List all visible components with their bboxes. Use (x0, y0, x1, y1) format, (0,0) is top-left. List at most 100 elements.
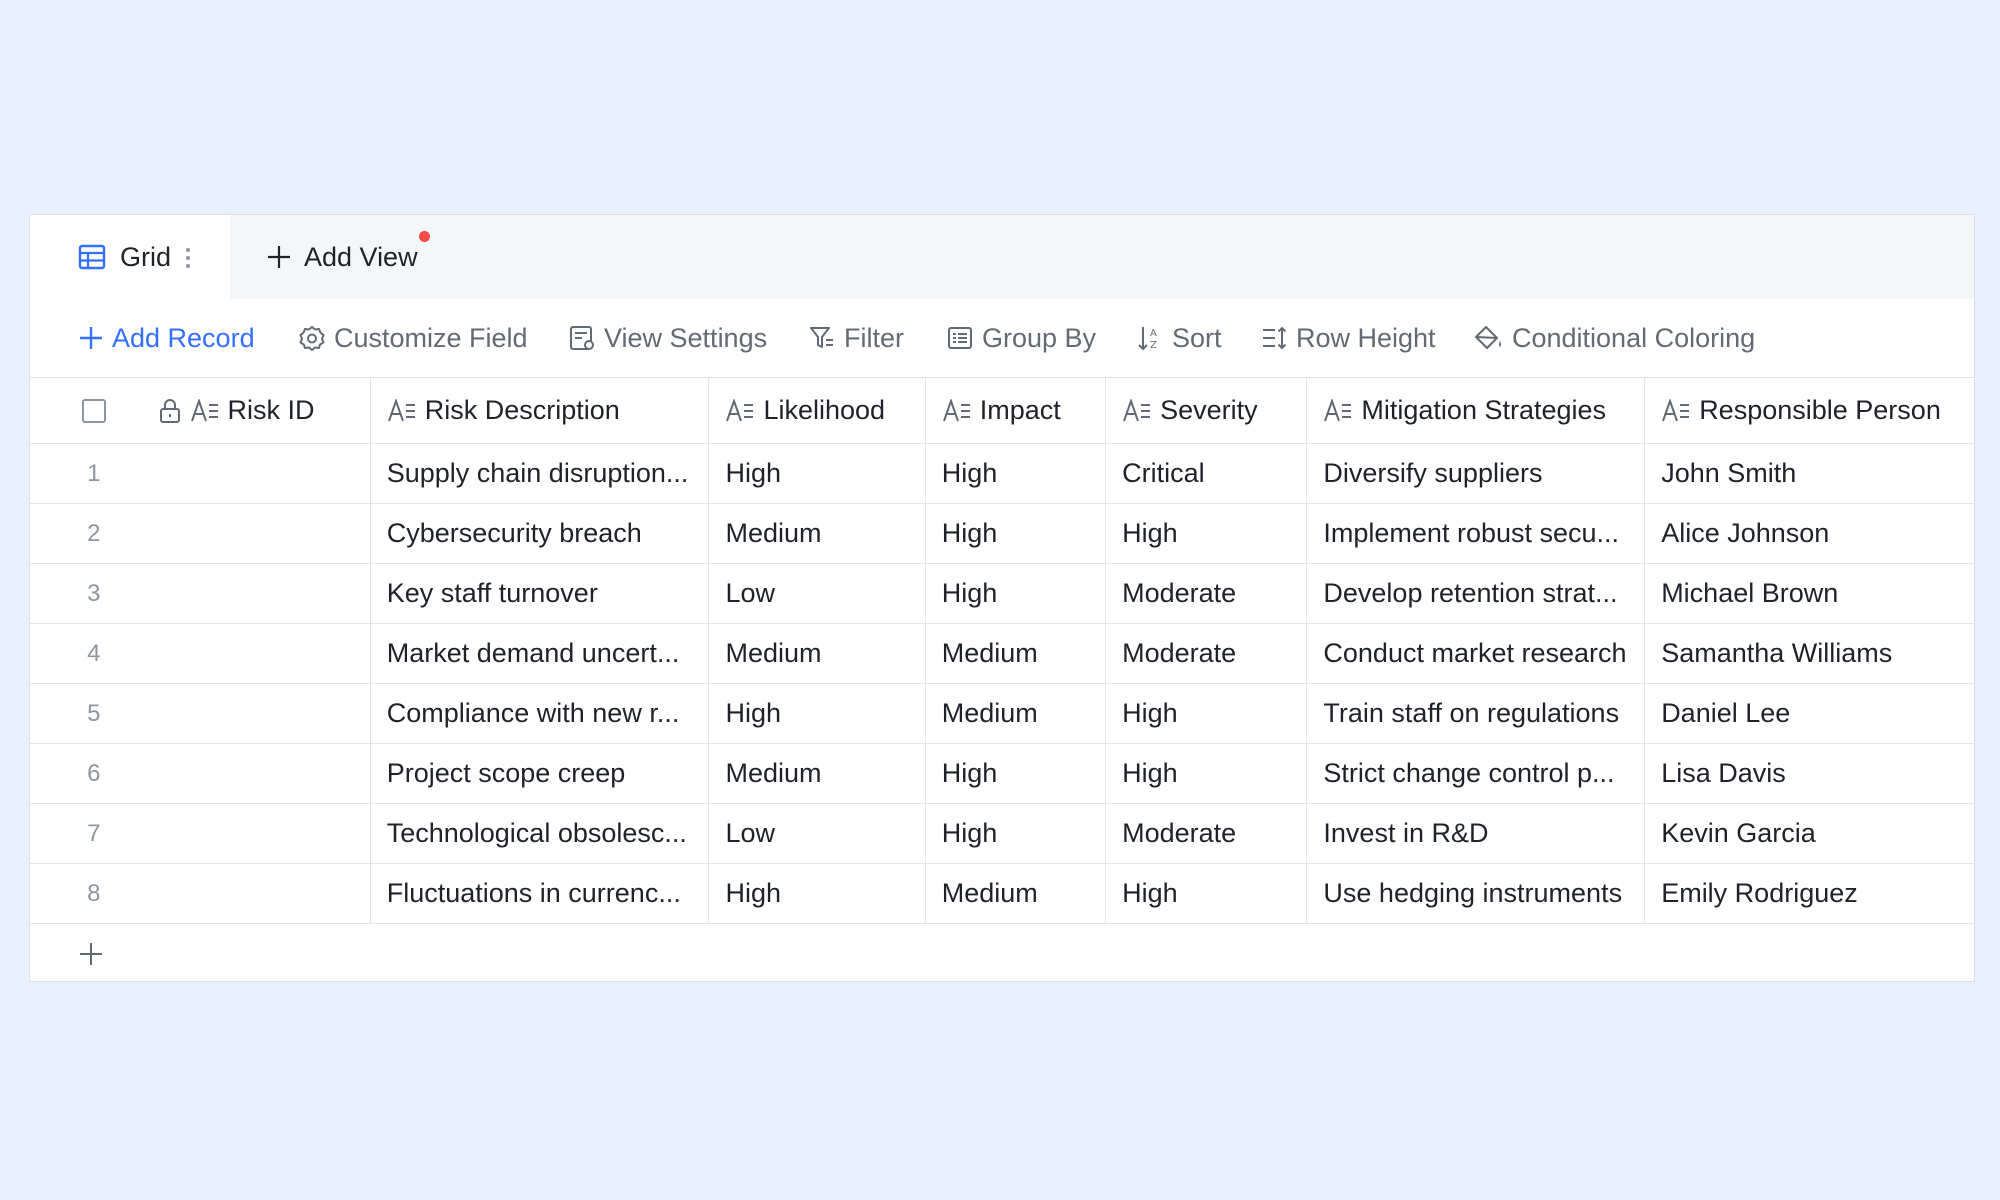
cell-responsible-person[interactable]: John Smith (1645, 444, 1974, 503)
cell-mitigation-strategies[interactable]: Strict change control p... (1307, 744, 1646, 803)
filter-button[interactable]: Filter (808, 299, 904, 377)
table-row[interactable]: 5 5 Compliance with new r... High Medium… (30, 684, 1974, 744)
cell-risk-description[interactable]: Key staff turnover (371, 564, 710, 623)
cell-text: 3 (158, 578, 159, 609)
conditional-coloring-button[interactable]: Conditional Coloring (1474, 299, 1755, 377)
view-settings-label: View Settings (604, 322, 768, 353)
customize-field-button[interactable]: Customize Field (298, 299, 528, 377)
cell-risk-id[interactable]: 7 (158, 804, 371, 863)
cell-mitigation-strategies[interactable]: Diversify suppliers (1307, 444, 1646, 503)
text-field-icon (1662, 398, 1690, 421)
cell-text: 4 (158, 638, 159, 669)
cell-likelihood[interactable]: Medium (709, 504, 926, 563)
column-header-mitigation-strategies[interactable]: Mitigation Strategies (1307, 378, 1646, 443)
sort-button[interactable]: A Z Sort (1136, 299, 1222, 377)
grid-table-icon (78, 244, 106, 270)
cell-mitigation-strategies[interactable]: Develop retention strat... (1307, 564, 1646, 623)
cell-mitigation-strategies[interactable]: Conduct market research (1307, 624, 1646, 683)
cell-severity[interactable]: High (1106, 504, 1308, 563)
row-index: 6 (87, 759, 101, 787)
row-index: 4 (87, 639, 101, 667)
cell-risk-id[interactable]: 6 (158, 744, 371, 803)
cell-risk-description[interactable]: Technological obsolesc... (371, 804, 710, 863)
cell-impact[interactable]: High (926, 744, 1107, 803)
cell-mitigation-strategies[interactable]: Invest in R&D (1307, 804, 1646, 863)
more-vertical-icon[interactable] (185, 245, 191, 271)
table-row[interactable]: 3 3 Key staff turnover Low High Moderate… (30, 564, 1974, 624)
row-height-label: Row Height (1296, 322, 1436, 353)
view-settings-button[interactable]: View Settings (568, 299, 767, 377)
column-header-impact[interactable]: Impact (926, 378, 1107, 443)
cell-risk-id[interactable]: 2 (158, 504, 371, 563)
cell-likelihood[interactable]: Low (709, 564, 926, 623)
cell-risk-description[interactable]: Fluctuations in currenc... (371, 864, 710, 923)
tab-grid-label: Grid (120, 241, 172, 272)
row-height-button[interactable]: Row Height (1260, 299, 1436, 377)
cell-impact[interactable]: High (926, 564, 1107, 623)
cell-likelihood[interactable]: High (709, 444, 926, 503)
cell-risk-description[interactable]: Market demand uncert... (371, 624, 710, 683)
cell-responsible-person[interactable]: Daniel Lee (1645, 684, 1974, 743)
cell-responsible-person[interactable]: Kevin Garcia (1645, 804, 1974, 863)
cell-mitigation-strategies[interactable]: Implement robust secu... (1307, 504, 1646, 563)
plus-icon (268, 246, 290, 268)
cell-impact[interactable]: High (926, 504, 1107, 563)
cell-mitigation-strategies[interactable]: Train staff on regulations (1307, 684, 1646, 743)
column-header-responsible-person[interactable]: Responsible Person (1645, 378, 1974, 443)
add-view-button[interactable]: Add View (266, 215, 418, 299)
add-record-button[interactable]: Add Record (78, 299, 255, 377)
cell-impact[interactable]: High (926, 804, 1107, 863)
cell-severity[interactable]: Moderate (1106, 624, 1308, 683)
cell-likelihood[interactable]: Low (709, 804, 926, 863)
column-header-risk-id[interactable]: Risk ID (158, 378, 371, 443)
cell-responsible-person[interactable]: Lisa Davis (1645, 744, 1974, 803)
cell-risk-description[interactable]: Supply chain disruption... (371, 444, 710, 503)
table-row[interactable]: 1 1 Supply chain disruption... High High… (30, 444, 1974, 504)
cell-text: 5 (158, 698, 159, 729)
cell-likelihood[interactable]: Medium (709, 744, 926, 803)
cell-impact[interactable]: Medium (926, 624, 1107, 683)
cell-severity[interactable]: High (1106, 864, 1308, 923)
row-index: 3 (87, 579, 101, 607)
add-view-label: Add View (304, 241, 418, 272)
cell-responsible-person[interactable]: Emily Rodriguez (1645, 864, 1974, 923)
table-row[interactable]: 4 4 Market demand uncert... Medium Mediu… (30, 624, 1974, 684)
add-row-button[interactable] (30, 924, 1974, 981)
cell-severity[interactable]: High (1106, 684, 1308, 743)
column-header-likelihood[interactable]: Likelihood (709, 378, 926, 443)
cell-impact[interactable]: Medium (926, 684, 1107, 743)
column-header-risk-description[interactable]: Risk Description (371, 378, 710, 443)
cell-risk-id[interactable]: 8 (158, 864, 371, 923)
cell-impact[interactable]: High (926, 444, 1107, 503)
cell-risk-id[interactable]: 4 (158, 624, 371, 683)
column-header-label: Impact (979, 395, 1061, 425)
cell-risk-id[interactable]: 1 (158, 444, 371, 503)
cell-severity[interactable]: Critical (1106, 444, 1308, 503)
select-all-checkbox[interactable] (81, 398, 106, 423)
column-header-label: Responsible Person (1699, 395, 1941, 425)
row-index: 7 (87, 819, 101, 847)
cell-responsible-person[interactable]: Samantha Williams (1645, 624, 1974, 683)
cell-likelihood[interactable]: Medium (709, 624, 926, 683)
column-header-severity[interactable]: Severity (1106, 378, 1308, 443)
cell-impact[interactable]: Medium (926, 864, 1107, 923)
cell-responsible-person[interactable]: Michael Brown (1645, 564, 1974, 623)
cell-risk-description[interactable]: Compliance with new r... (371, 684, 710, 743)
cell-severity[interactable]: Moderate (1106, 564, 1308, 623)
cell-likelihood[interactable]: High (709, 864, 926, 923)
cell-likelihood[interactable]: High (709, 684, 926, 743)
cell-severity[interactable]: Moderate (1106, 804, 1308, 863)
cell-risk-description[interactable]: Cybersecurity breach (371, 504, 710, 563)
cell-risk-id[interactable]: 5 (158, 684, 371, 743)
table-row[interactable]: 6 6 Project scope creep Medium High High… (30, 744, 1974, 804)
table-row[interactable]: 7 7 Technological obsolesc... Low High M… (30, 804, 1974, 864)
cell-risk-id[interactable]: 3 (158, 564, 371, 623)
cell-mitigation-strategies[interactable]: Use hedging instruments (1307, 864, 1646, 923)
table-row[interactable]: 2 2 Cybersecurity breach Medium High Hig… (30, 504, 1974, 564)
group-by-button[interactable]: Group By (946, 299, 1096, 377)
table-row[interactable]: 8 8 Fluctuations in currenc... High Medi… (30, 864, 1974, 924)
cell-risk-description[interactable]: Project scope creep (371, 744, 710, 803)
cell-severity[interactable]: High (1106, 744, 1308, 803)
tab-grid[interactable]: Grid (30, 215, 230, 299)
cell-responsible-person[interactable]: Alice Johnson (1645, 504, 1974, 563)
